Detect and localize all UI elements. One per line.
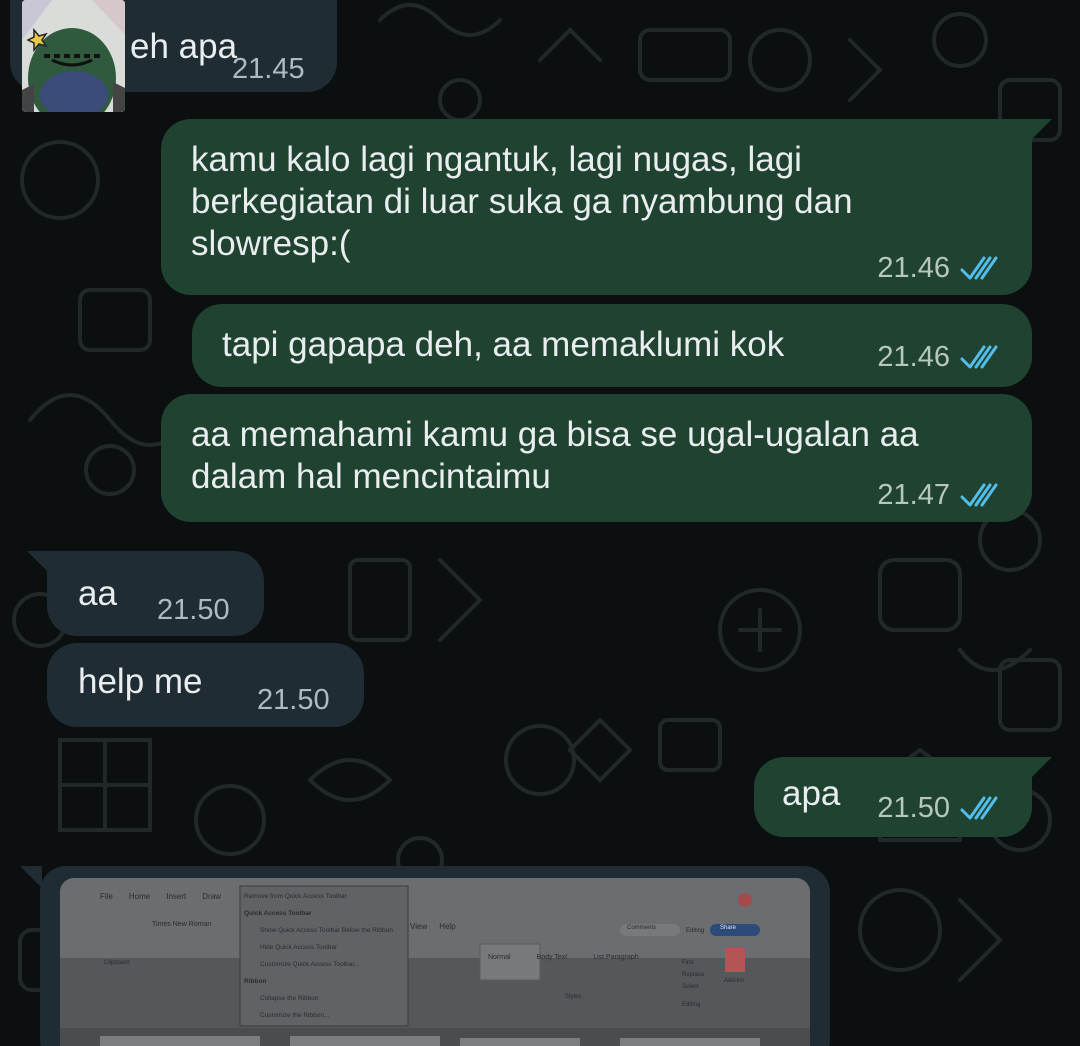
menu-item[interactable]: Customize the Ribbon... xyxy=(244,1007,406,1024)
bubble-tail xyxy=(20,866,42,888)
message-meta: 21.45 xyxy=(232,48,305,90)
message-time: 21.46 xyxy=(877,341,950,373)
read-ticks-icon xyxy=(960,345,998,369)
share-button[interactable]: Share xyxy=(720,925,736,931)
message-meta: 21.47 xyxy=(877,474,1006,516)
message-bubble-incoming[interactable]: eh apa 21.45 xyxy=(10,0,337,112)
comments-button[interactable]: Comments xyxy=(627,925,656,931)
message-text: help me xyxy=(78,662,203,701)
ribbon-tab[interactable]: Home xyxy=(129,892,150,901)
group-label-clipboard: Clipboard xyxy=(104,960,130,966)
message-time: 21.46 xyxy=(877,252,950,284)
style-item[interactable]: Normal xyxy=(488,954,511,961)
frog-sticker[interactable] xyxy=(22,0,125,112)
ribbon-tabs: File Home Insert Draw xyxy=(100,892,221,901)
message-text: tapi gapapa deh, aa memaklumi kok xyxy=(222,325,785,364)
message-text: eh apa xyxy=(130,27,238,66)
message-time: 21.50 xyxy=(257,684,330,716)
group-label-editing: Editing xyxy=(682,1002,701,1008)
message-meta: 21.46 xyxy=(877,247,1006,289)
message-bubble-outgoing[interactable]: apa 21.50 xyxy=(754,757,1032,837)
ribbon-tab[interactable]: Help xyxy=(439,922,455,931)
menu-item[interactable]: Collapse the Ribbon xyxy=(244,990,406,1007)
style-item[interactable]: List Paragraph xyxy=(593,954,639,961)
message-bubble-outgoing[interactable]: kamu kalo lagi ngantuk, lagi nugas, lagi… xyxy=(161,119,1032,295)
message-meta: 21.50 xyxy=(877,787,1006,829)
message-time: 21.50 xyxy=(877,792,950,824)
read-ticks-icon xyxy=(960,256,998,280)
menu-heading: Quick Access Toolbar xyxy=(244,910,312,917)
message-time: 21.50 xyxy=(157,594,230,626)
style-item[interactable]: Body Text xyxy=(537,954,568,961)
message-bubble-outgoing[interactable]: tapi gapapa deh, aa memaklumi kok 21.46 xyxy=(192,304,1032,387)
menu-item[interactable]: Show Quick Access Toolbar Below the Ribb… xyxy=(244,922,406,939)
styles-gallery: Normal Body Text List Paragraph xyxy=(488,954,639,961)
menu-item[interactable]: Customize Quick Access Toolbar... xyxy=(244,956,406,973)
message-time: 21.47 xyxy=(877,479,950,511)
replace-button[interactable]: Replace xyxy=(682,972,704,978)
message-meta: 21.50 xyxy=(257,679,330,721)
read-ticks-icon xyxy=(960,483,998,507)
message-bubble-outgoing[interactable]: aa memahami kamu ga bisa se ugal-ugalan … xyxy=(161,394,1032,522)
menu-item[interactable]: Remove from Quick Access Toolbar xyxy=(244,888,406,905)
bubble-tail xyxy=(1030,757,1052,779)
word-ribbon-photo xyxy=(60,878,810,1046)
select-button[interactable]: Select xyxy=(682,984,699,990)
photo-message-bubble[interactable]: File Home Insert Draw View Help Times Ne… xyxy=(40,866,830,1046)
ribbon-tab[interactable]: File xyxy=(100,892,113,901)
editing-button[interactable]: Editing xyxy=(686,928,704,934)
message-time: 21.45 xyxy=(232,53,305,85)
menu-item[interactable]: Hide Quick Access Toolbar xyxy=(244,939,406,956)
ribbon-tab[interactable]: Draw xyxy=(202,892,221,901)
message-bubble-incoming[interactable]: aa 21.50 xyxy=(47,551,264,636)
menu-heading: Ribbon xyxy=(244,978,267,985)
bubble-tail xyxy=(1030,119,1052,141)
message-meta: 21.46 xyxy=(877,336,1006,378)
find-button[interactable]: Find xyxy=(682,960,694,966)
add-ins-button[interactable]: Add-ins xyxy=(724,978,744,984)
ribbon-tab[interactable]: View xyxy=(410,922,427,931)
chat-view: eh apa 21.45 kamu kalo lagi ngantuk, lag… xyxy=(0,0,1080,1046)
message-text: aa xyxy=(78,574,117,613)
bubble-tail xyxy=(27,551,49,573)
ribbon-tabs-right: View Help xyxy=(410,922,456,931)
message-text: aa memahami kamu ga bisa se ugal-ugalan … xyxy=(191,415,919,496)
font-name-box[interactable]: Times New Roman xyxy=(152,921,211,928)
photo-laptop-screenshot[interactable]: File Home Insert Draw View Help Times Ne… xyxy=(60,878,810,1046)
ribbon-tab[interactable]: Insert xyxy=(166,892,186,901)
message-meta: 21.50 xyxy=(157,589,230,631)
quick-access-menu: Remove from Quick Access Toolbar Quick A… xyxy=(244,888,406,1024)
read-ticks-icon xyxy=(960,796,998,820)
message-bubble-incoming[interactable]: help me 21.50 xyxy=(47,643,364,727)
message-text: kamu kalo lagi ngantuk, lagi nugas, lagi… xyxy=(191,140,853,263)
group-label-styles: Styles xyxy=(565,994,582,1000)
sticker-image xyxy=(22,0,125,112)
message-text: apa xyxy=(782,774,841,813)
